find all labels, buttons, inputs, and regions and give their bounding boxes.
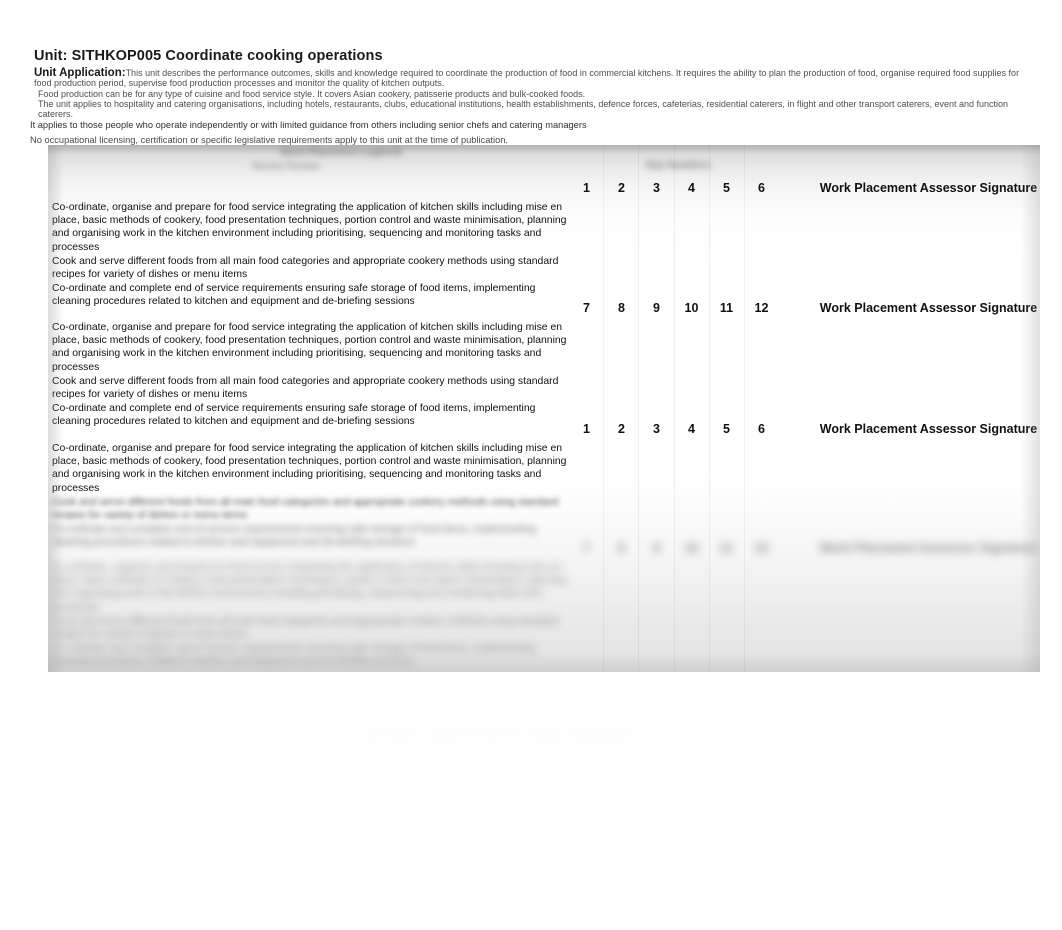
logbook-banner: Work Placement Logbook Service Periods D…	[48, 145, 1040, 179]
block-1-signature-header: Work Placement Assessor Signature	[819, 181, 1038, 195]
footer-note: Work Placement Logbook | SITHKOP005 Coor…	[362, 730, 636, 740]
task-text: Co-ordinate, organise and prepare for fo…	[52, 562, 567, 613]
logbook-block-3: 1 2 3 4 5 6 Work Placement Assessor Sign…	[48, 418, 1040, 550]
block-2-day-headers: 7 8 9 10 11 12	[569, 301, 779, 315]
day-header-cell[interactable]: 11	[709, 541, 744, 555]
document-header: Unit: SITHKOP005 Coordinate cooking oper…	[34, 48, 1034, 119]
block-2-header-row: 7 8 9 10 11 12 Work Placement Assessor S…	[48, 297, 1040, 319]
day-numbers-label: Day Numbers	[646, 160, 711, 171]
block-3-signature-header: Work Placement Assessor Signature	[819, 422, 1038, 436]
task-text: Co-ordinate, organise and prepare for fo…	[52, 202, 567, 253]
logbook-block-4: 7 8 9 10 11 12 Work Placement Assessor S…	[48, 537, 1040, 669]
day-header-cell[interactable]: 2	[604, 422, 639, 436]
logbook-block-1: 1 2 3 4 5 6 Work Placement Assessor Sign…	[48, 177, 1040, 309]
day-header-cell[interactable]: 7	[569, 301, 604, 315]
day-header-cell[interactable]: 1	[569, 422, 604, 436]
page-title: Unit: SITHKOP005 Coordinate cooking oper…	[34, 48, 383, 64]
day-header-cell[interactable]: 10	[674, 301, 709, 315]
day-header-cell[interactable]: 8	[604, 541, 639, 555]
table-row[interactable]: Cook and serve different foods from all …	[48, 375, 569, 401]
block-4-day-headers: 7 8 9 10 11 12	[569, 541, 779, 555]
unit-application-label: Unit Application:	[34, 67, 126, 79]
task-text: Cook and serve different foods from all …	[52, 615, 559, 641]
table-row[interactable]: Cook and serve different foods from all …	[48, 255, 569, 281]
work-placement-logbook-table: Work Placement Logbook Service Periods D…	[48, 145, 1040, 672]
day-header-cell[interactable]: 9	[639, 301, 674, 315]
logbook-banner-subtitle: Service Periods	[252, 161, 320, 171]
block-2-signature-header: Work Placement Assessor Signature	[819, 301, 1038, 315]
table-row[interactable]: Co-ordinate, organise and prepare for fo…	[48, 442, 569, 495]
table-row[interactable]: Co-ordinate, organise and prepare for fo…	[48, 321, 569, 374]
block-4-signature-header: Work Placement Assessor Signature	[819, 541, 1038, 555]
day-header-cell[interactable]: 6	[744, 181, 779, 195]
day-header-cell[interactable]: 11	[709, 301, 744, 315]
table-row[interactable]: Cook and serve different foods from all …	[48, 615, 569, 641]
day-header-cell[interactable]: 12	[744, 301, 779, 315]
day-header-cell[interactable]: 4	[674, 181, 709, 195]
block-2-task-rows: Co-ordinate, organise and prepare for fo…	[48, 319, 1040, 429]
block-3-header-row: 1 2 3 4 5 6 Work Placement Assessor Sign…	[48, 418, 1040, 440]
block-3-day-headers: 1 2 3 4 5 6	[569, 422, 779, 436]
task-text: Co-ordinate, organise and prepare for fo…	[52, 322, 567, 373]
table-row[interactable]: Co-ordinate, organise and prepare for fo…	[48, 561, 569, 614]
task-text: Co-ordinate, organise and prepare for fo…	[52, 443, 567, 494]
unit-application-paragraph-2: Food production can be for any type of c…	[38, 88, 586, 99]
day-header-cell[interactable]: 3	[639, 181, 674, 195]
table-row[interactable]: Cook and serve different foods from all …	[48, 496, 569, 522]
day-header-cell[interactable]: 7	[569, 541, 604, 555]
task-text: Cook and serve different foods from all …	[52, 496, 559, 522]
block-1-day-headers: 1 2 3 4 5 6	[569, 181, 779, 195]
block-4-task-rows: Co-ordinate, organise and prepare for fo…	[48, 559, 1040, 669]
applies-to-line: It applies to those people who operate i…	[30, 120, 587, 130]
unit-application-paragraph-1: This unit describes the performance outc…	[34, 68, 1020, 89]
block-3-task-rows: Co-ordinate, organise and prepare for fo…	[48, 440, 1040, 550]
logbook-banner-title: Work Placement Logbook	[280, 147, 403, 158]
task-text: Cook and serve different foods from all …	[52, 255, 559, 281]
task-text: Cook and serve different foods from all …	[52, 375, 559, 401]
day-header-cell[interactable]: 1	[569, 181, 604, 195]
day-header-cell[interactable]: 5	[709, 422, 744, 436]
logbook-block-2: 7 8 9 10 11 12 Work Placement Assessor S…	[48, 297, 1040, 429]
block-1-header-row: 1 2 3 4 5 6 Work Placement Assessor Sign…	[48, 177, 1040, 199]
day-header-cell[interactable]: 5	[709, 181, 744, 195]
task-text: Co-ordinate and complete end of service …	[52, 643, 536, 668]
table-row[interactable]: Co-ordinate, organise and prepare for fo…	[48, 201, 569, 254]
licensing-line: No occupational licensing, certification…	[30, 135, 509, 145]
day-header-cell[interactable]: 4	[674, 422, 709, 436]
unit-application-block: Unit Application:This unit describes the…	[34, 67, 1034, 120]
day-header-cell[interactable]: 3	[639, 422, 674, 436]
block-1-task-rows: Co-ordinate, organise and prepare for fo…	[48, 199, 1040, 309]
day-header-cell[interactable]: 8	[604, 301, 639, 315]
day-header-cell[interactable]: 12	[744, 541, 779, 555]
day-header-cell[interactable]: 2	[604, 181, 639, 195]
table-row[interactable]: Co-ordinate and complete end of service …	[48, 642, 569, 668]
day-header-cell[interactable]: 10	[674, 541, 709, 555]
day-header-cell[interactable]: 6	[744, 422, 779, 436]
unit-application-line-1: Unit Application:This unit describes the…	[34, 67, 1034, 89]
unit-application-paragraph-3: The unit applies to hospitality and cate…	[38, 98, 1009, 120]
day-header-cell[interactable]: 9	[639, 541, 674, 555]
block-4-header-row: 7 8 9 10 11 12 Work Placement Assessor S…	[48, 537, 1040, 559]
